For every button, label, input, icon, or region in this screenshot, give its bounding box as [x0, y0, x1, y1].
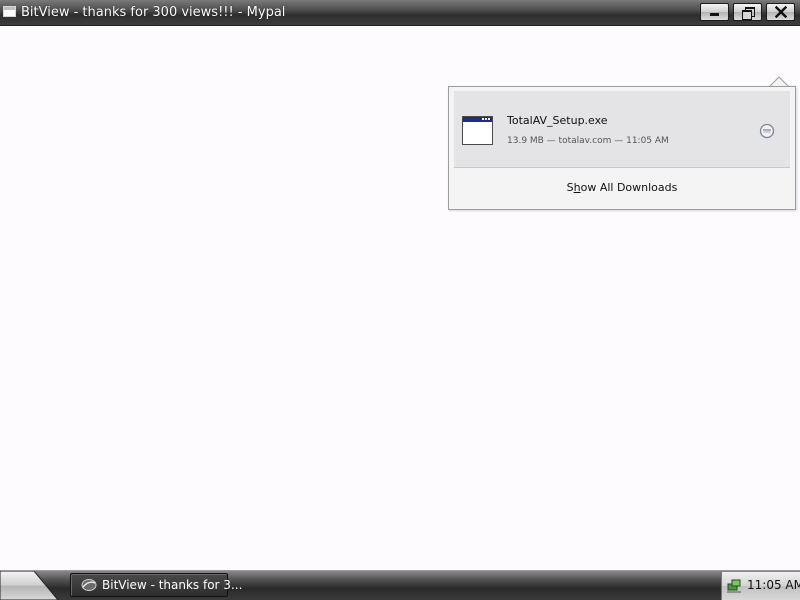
show-all-downloads-button[interactable]: Show All Downloads	[449, 181, 795, 194]
taskbar-button-label: BitView - thanks for 3...	[102, 578, 243, 592]
show-all-rest: ow All Downloads	[580, 181, 678, 194]
taskbar: BitView - thanks for 3... 11:05 AM	[0, 570, 800, 600]
system-tray: 11:05 AM	[721, 572, 800, 600]
show-all-accesskey: h	[573, 181, 581, 194]
restore-button[interactable]	[733, 3, 762, 21]
download-file-name: TotalAV_Setup.exe	[507, 114, 608, 127]
start-button[interactable]	[0, 571, 60, 600]
exe-file-icon	[462, 116, 493, 145]
download-status: 13.9 MB — totalav.com — 11:05 AM	[507, 136, 669, 146]
minimize-icon	[710, 13, 719, 16]
close-button[interactable]	[766, 3, 795, 21]
open-folder-icon[interactable]	[759, 123, 775, 139]
window-titlebar[interactable]: BitView - thanks for 300 views!!! - Mypa…	[0, 0, 800, 26]
download-item[interactable]: TotalAV_Setup.exe 13.9 MB — totalav.com …	[454, 91, 790, 168]
window-title: BitView - thanks for 300 views!!! - Mypa…	[21, 5, 286, 20]
window-icon[interactable]	[3, 6, 16, 17]
taskbar-button-mypal[interactable]: BitView - thanks for 3...	[70, 573, 242, 597]
show-all-prefix: S	[566, 181, 574, 194]
downloads-panel: TotalAV_Setup.exe 13.9 MB — totalav.com …	[448, 86, 796, 210]
network-icon[interactable]	[726, 577, 742, 593]
minimize-button[interactable]	[700, 3, 729, 21]
clock[interactable]: 11:05 AM	[747, 578, 800, 592]
restore-icon-front	[742, 10, 752, 20]
close-icon	[775, 6, 787, 18]
mypal-icon	[81, 579, 97, 591]
